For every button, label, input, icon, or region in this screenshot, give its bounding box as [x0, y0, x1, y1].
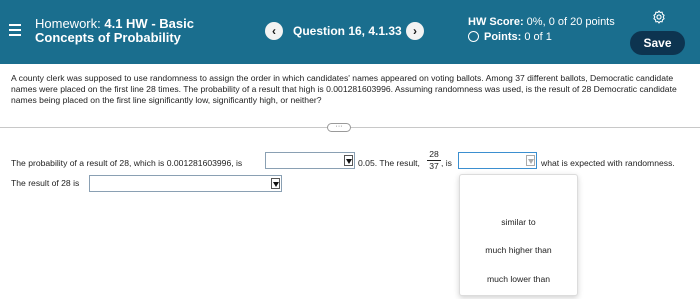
fraction-numerator: 28	[427, 149, 441, 161]
save-button[interactable]: Save	[630, 31, 685, 55]
option-similar-to[interactable]: similar to	[460, 217, 577, 227]
dropdown-arrow-icon[interactable]	[526, 155, 535, 166]
option-much-higher-than[interactable]: much higher than	[460, 245, 577, 255]
answer-text-2: 0.05. The result,	[358, 158, 420, 168]
dropdown-menu: similar to much higher than much lower t…	[459, 174, 578, 296]
question-text: A county clerk was supposed to use rando…	[11, 73, 677, 105]
expand-ellipsis-button[interactable]: ···	[327, 123, 351, 132]
title-bold: 4.1 HW - Basic	[104, 16, 194, 31]
answer-text-4: what is expected with randomness.	[541, 158, 675, 168]
next-question-button[interactable]: ›	[406, 22, 424, 40]
result-select[interactable]	[458, 152, 537, 169]
fraction-denominator: 37	[429, 161, 439, 171]
option-much-lower-than[interactable]: much lower than	[460, 274, 577, 284]
fraction-28-37: 28 37	[427, 149, 441, 172]
points-label: Points:	[484, 31, 522, 43]
significance-select[interactable]	[89, 175, 282, 192]
dropdown-arrow-icon[interactable]	[344, 155, 353, 166]
points-row: Points: 0 of 1	[468, 31, 552, 43]
answer-text-5: The result of 28 is	[11, 178, 80, 188]
title-prefix: Homework:	[35, 16, 105, 31]
gear-icon[interactable]	[652, 10, 666, 24]
homework-title: Homework: 4.1 HW - Basic Concepts of Pro…	[35, 17, 255, 45]
answer-text-1: The probability of a result of 28, which…	[11, 158, 243, 168]
hw-score: HW Score: 0%, 0 of 20 points	[468, 16, 615, 28]
score-value: 0%, 0 of 20 points	[523, 16, 615, 28]
answer-text-3: , is	[441, 158, 452, 168]
circle-icon	[468, 31, 479, 42]
score-label: HW Score:	[468, 16, 524, 28]
dropdown-arrow-icon[interactable]	[271, 178, 280, 189]
title-line2: Concepts of Probability	[35, 30, 181, 45]
question-number: Question 16, 4.1.33	[293, 24, 402, 38]
menu-icon[interactable]	[9, 24, 21, 36]
top-header: Homework: 4.1 HW - Basic Concepts of Pro…	[0, 0, 700, 64]
points-value: 0 of 1	[521, 31, 552, 43]
comparison-select[interactable]	[265, 152, 355, 169]
previous-question-button[interactable]: ‹	[265, 22, 283, 40]
